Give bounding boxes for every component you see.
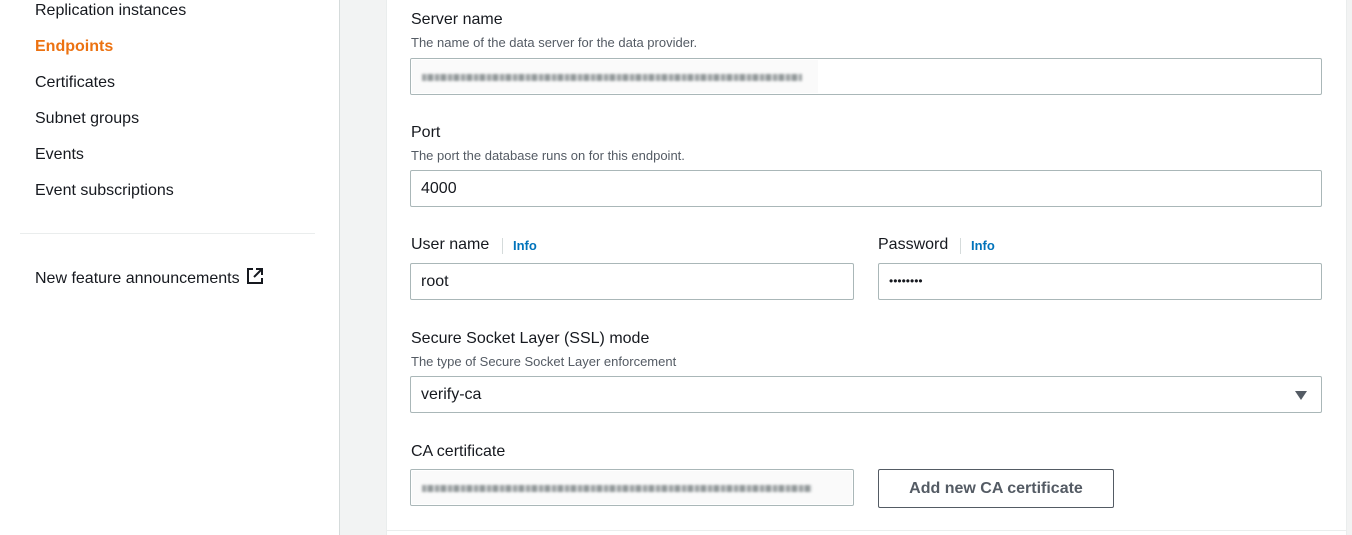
panel-divider: [386, 530, 1347, 531]
ssl-mode-description: The type of Secure Socket Layer enforcem…: [411, 354, 677, 369]
user-name-label: User name: [411, 236, 490, 253]
sidebar-navigation: Replication instances Endpoints Certific…: [0, 0, 340, 535]
sidebar-item-events[interactable]: Events: [35, 146, 84, 164]
redacted-ca-certificate: [412, 471, 852, 504]
redacted-server-name: [412, 60, 818, 93]
server-name-description: The name of the data server for the data…: [411, 35, 698, 50]
sidebar-item-endpoints[interactable]: Endpoints: [35, 38, 113, 56]
ca-certificate-select[interactable]: [410, 469, 854, 506]
sidebar-item-replication-instances[interactable]: Replication instances: [35, 2, 186, 20]
sidebar-item-subnet-groups[interactable]: Subnet groups: [35, 110, 139, 128]
add-new-ca-certificate-button[interactable]: Add new CA certificate: [878, 469, 1114, 508]
ssl-mode-value: verify-ca: [421, 386, 482, 403]
external-link-icon: [246, 267, 264, 290]
new-feature-announcements-link[interactable]: New feature announcements: [35, 267, 264, 290]
sidebar-item-certificates[interactable]: Certificates: [35, 74, 115, 92]
password-input[interactable]: ••••••••: [878, 263, 1322, 300]
user-name-input[interactable]: root: [410, 263, 854, 300]
ssl-mode-select[interactable]: verify-ca: [410, 376, 1322, 413]
port-input[interactable]: 4000: [410, 170, 1322, 207]
port-label: Port: [411, 124, 441, 141]
user-name-info-link[interactable]: Info: [502, 238, 537, 254]
caret-down-icon: [1295, 391, 1307, 400]
password-info-link[interactable]: Info: [960, 238, 995, 254]
announcements-label: New feature announcements: [35, 270, 240, 287]
ssl-mode-label: Secure Socket Layer (SSL) mode: [411, 330, 650, 347]
sidebar-item-event-subscriptions[interactable]: Event subscriptions: [35, 182, 174, 200]
sidebar-divider: [20, 233, 315, 234]
port-description: The port the database runs on for this e…: [411, 148, 685, 163]
ca-certificate-label: CA certificate: [411, 443, 506, 460]
server-name-label: Server name: [411, 11, 503, 28]
password-label: Password: [878, 236, 949, 253]
server-name-input[interactable]: [410, 58, 1322, 95]
